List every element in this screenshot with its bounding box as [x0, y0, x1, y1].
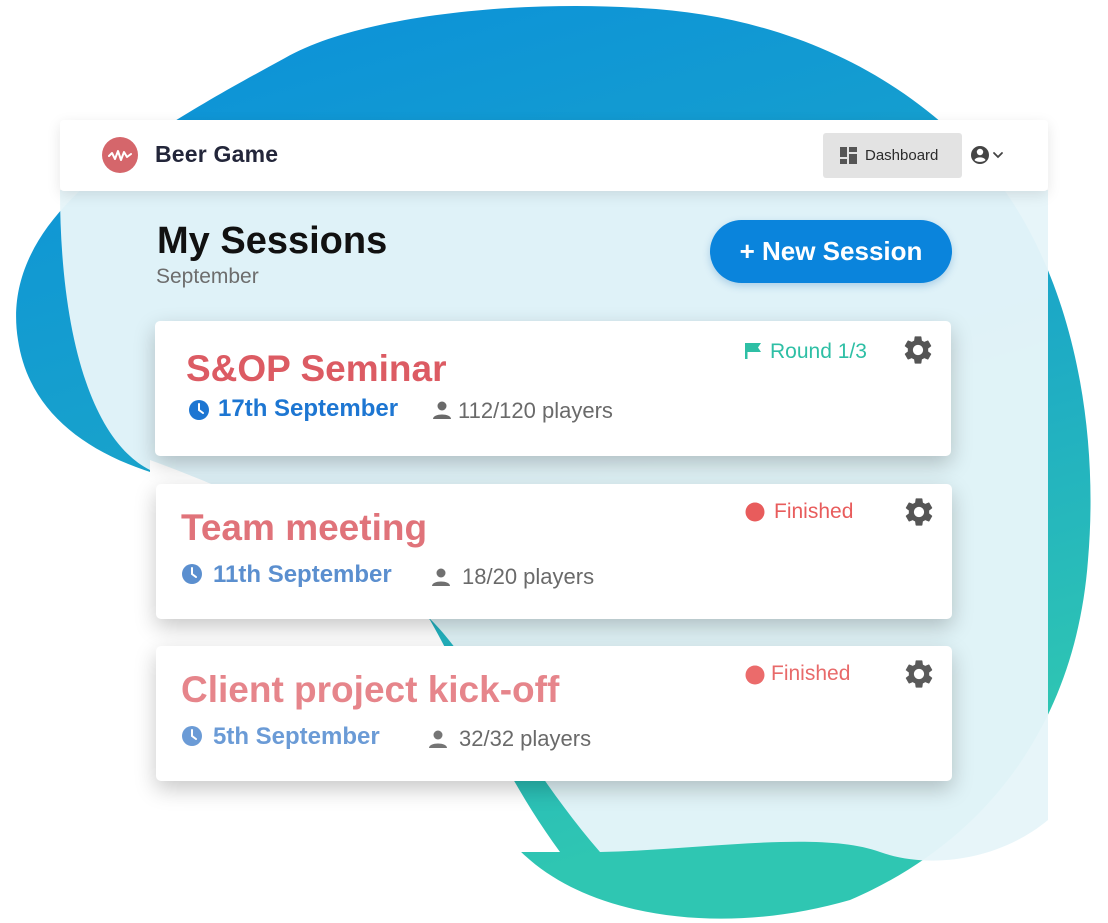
flag-icon [745, 343, 761, 359]
session-status: Finished [771, 662, 851, 685]
session-card[interactable]: Team meeting 11th September 18/20 player… [156, 484, 952, 619]
user-account-icon [971, 146, 1003, 164]
person-icon [432, 568, 450, 586]
session-title: Client project kick-off [181, 669, 560, 710]
clock-icon [189, 400, 209, 420]
dashboard-button[interactable]: Dashboard [823, 133, 962, 178]
session-date: 17th September [218, 395, 399, 422]
session-status: Round 1/3 [770, 340, 867, 363]
person-icon [433, 401, 451, 419]
settings-gear-icon[interactable] [902, 657, 936, 691]
session-card[interactable]: S&OP Seminar 17th September 112/120 play… [155, 321, 951, 456]
session-date: 11th September [213, 561, 392, 588]
red-dot-icon [745, 502, 765, 522]
settings-gear-icon[interactable] [901, 333, 935, 367]
clock-icon [182, 726, 202, 746]
dashboard-button-label: Dashboard [865, 147, 939, 164]
session-status: Finished [774, 500, 854, 523]
person-icon [429, 730, 447, 748]
top-navigation-bar: Beer Game Dashboard [60, 120, 1048, 191]
session-card[interactable]: Client project kick-off 5th September 32… [156, 646, 952, 781]
beer-game-logo [102, 137, 138, 173]
clock-icon [182, 564, 202, 584]
dashboard-grid-icon [840, 147, 857, 164]
red-dot-icon [745, 665, 765, 685]
page-title: My Sessions [157, 220, 388, 262]
settings-gear-icon[interactable] [902, 495, 936, 529]
page-subtitle: September [156, 265, 259, 288]
session-players: 18/20 players [462, 564, 595, 589]
new-session-button[interactable]: + New Session [710, 220, 952, 283]
session-title: Team meeting [181, 507, 428, 548]
session-date: 5th September [213, 723, 380, 750]
wave-icon [108, 150, 132, 161]
session-title: S&OP Seminar [186, 348, 447, 389]
app-title: Beer Game [155, 141, 279, 167]
session-players: 112/120 players [458, 398, 613, 423]
session-players: 32/32 players [459, 726, 592, 751]
user-menu[interactable] [970, 144, 1008, 168]
